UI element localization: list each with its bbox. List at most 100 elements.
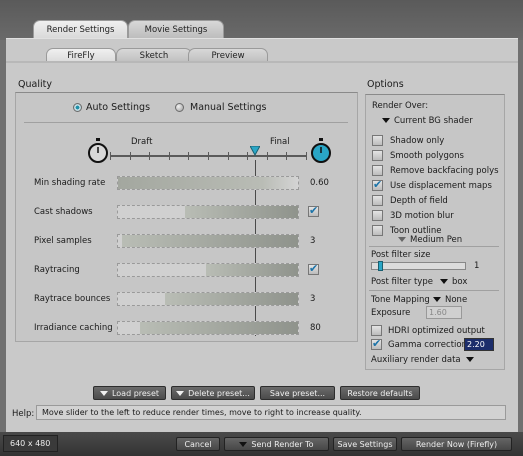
auto-settings-radio[interactable] xyxy=(73,103,82,112)
quality-slider-ticks xyxy=(110,152,307,160)
delete-preset-button[interactable]: Delete preset... xyxy=(171,386,255,400)
post-filter-size-label: Post filter size xyxy=(371,250,431,260)
quality-row-label: Raytracing xyxy=(34,265,80,275)
auxiliary-render-data-dropdown[interactable]: Auxiliary render data xyxy=(371,355,478,365)
restore-defaults-button[interactable]: Restore defaults xyxy=(340,386,420,400)
subtab-divider xyxy=(6,61,518,63)
gamma-checkbox[interactable] xyxy=(371,337,382,350)
quality-row-checkbox[interactable] xyxy=(308,204,319,217)
post-filter-size-slider[interactable] xyxy=(371,261,466,271)
hdri-checkbox[interactable] xyxy=(371,325,382,336)
quality-row-fill xyxy=(206,264,298,276)
quality-row-fill xyxy=(118,177,298,189)
tone-mapping-dropdown[interactable]: None xyxy=(433,295,467,305)
toon-pen-dropdown[interactable]: Medium Pen xyxy=(398,235,462,245)
save-preset-button[interactable]: Save preset... xyxy=(260,386,335,400)
options-title: Options xyxy=(367,79,404,90)
send-render-to-button[interactable]: Send Render To xyxy=(224,437,329,451)
quality-row-label: Cast shadows xyxy=(34,207,93,217)
quality-row-fill xyxy=(184,206,298,218)
quality-row-slider[interactable] xyxy=(117,292,299,306)
quality-row-fill xyxy=(139,322,298,334)
post-filter-size-thumb[interactable] xyxy=(378,261,383,271)
quality-title: Quality xyxy=(18,79,52,90)
options-separator xyxy=(369,290,499,291)
quality-row-label: Pixel samples xyxy=(34,236,92,246)
option-checkbox[interactable] xyxy=(372,165,383,176)
dropdown-arrow-icon xyxy=(382,118,390,123)
draft-label: Draft xyxy=(131,137,153,147)
tab-movie-settings[interactable]: Movie Settings xyxy=(128,20,224,38)
slider-tick xyxy=(286,152,288,160)
tab-render-settings[interactable]: Render Settings xyxy=(33,20,128,38)
dropdown-arrow-icon xyxy=(176,391,185,396)
manual-settings-radio[interactable] xyxy=(175,103,184,112)
dropdown-arrow-icon xyxy=(99,391,108,396)
slider-tick xyxy=(208,152,209,160)
option-checkbox[interactable] xyxy=(372,178,383,191)
save-settings-button[interactable]: Save Settings xyxy=(333,437,397,451)
dropdown-arrow-icon xyxy=(239,442,248,447)
quality-row-slider[interactable] xyxy=(117,234,299,248)
quality-row-label: Raytrace bounces xyxy=(34,294,111,304)
quality-row-slider[interactable] xyxy=(117,176,299,190)
help-text: Move slider to the left to reduce render… xyxy=(36,405,506,420)
post-filter-type-dropdown[interactable]: box xyxy=(440,277,467,287)
quality-row-value: 3 xyxy=(310,236,316,246)
exposure-label: Exposure xyxy=(371,308,411,318)
option-checkbox-label: Remove backfacing polys xyxy=(390,166,499,176)
dropdown-arrow-icon xyxy=(398,237,406,242)
quality-slider-thumb[interactable] xyxy=(249,145,261,157)
slider-tick xyxy=(188,152,190,160)
option-checkbox-label: Depth of field xyxy=(390,196,448,206)
option-checkbox-label: 3D motion blur xyxy=(390,211,454,221)
option-checkbox[interactable] xyxy=(372,150,383,161)
cancel-button[interactable]: Cancel xyxy=(176,437,220,451)
help-label: Help: xyxy=(12,409,35,419)
final-stopwatch-icon xyxy=(311,138,331,163)
render-size-display: 640 x 480 xyxy=(3,435,58,452)
post-filter-type-label: Post filter type xyxy=(371,277,433,287)
slider-tick xyxy=(129,152,131,160)
slider-tick xyxy=(110,152,111,160)
option-checkbox[interactable] xyxy=(372,225,383,236)
render-now-button[interactable]: Render Now (Firefly) xyxy=(401,437,512,451)
quality-row-slider[interactable] xyxy=(117,263,299,277)
hdri-label: HDRI optimized output xyxy=(388,326,485,336)
options-separator xyxy=(369,246,499,247)
option-checkbox-label: Smooth polygons xyxy=(390,151,464,161)
option-checkbox[interactable] xyxy=(372,135,383,146)
auto-settings-label: Auto Settings xyxy=(86,102,151,113)
quality-separator xyxy=(24,122,348,123)
draft-stopwatch-icon xyxy=(88,138,108,163)
quality-row-fill xyxy=(164,293,298,305)
quality-row-value: 0.60 xyxy=(310,178,329,188)
final-label: Final xyxy=(270,137,290,147)
option-checkbox[interactable] xyxy=(372,195,383,206)
quality-row-value: 3 xyxy=(310,294,316,304)
slider-tick xyxy=(149,152,151,160)
manual-settings-label: Manual Settings xyxy=(190,102,267,113)
load-preset-button[interactable]: Load preset xyxy=(93,386,166,400)
render-over-dropdown[interactable]: Current BG shader xyxy=(382,116,473,126)
quality-row-value: 80 xyxy=(310,323,321,333)
quality-row-fill xyxy=(121,235,298,247)
slider-tick xyxy=(306,152,307,160)
quality-row-label: Min shading rate xyxy=(34,178,106,188)
quality-row-label: Irradiance caching xyxy=(34,323,113,333)
gamma-input[interactable] xyxy=(464,338,494,351)
option-checkbox[interactable] xyxy=(372,210,383,221)
post-filter-size-value: 1 xyxy=(474,261,480,271)
exposure-input[interactable] xyxy=(426,306,462,319)
quality-row-checkbox[interactable] xyxy=(308,262,319,275)
option-checkbox-label: Shadow only xyxy=(390,136,445,146)
dropdown-arrow-icon xyxy=(433,297,441,302)
dropdown-arrow-icon xyxy=(466,357,475,362)
quality-row-slider[interactable] xyxy=(117,321,299,335)
slider-tick xyxy=(168,152,170,160)
dropdown-arrow-icon xyxy=(440,279,448,284)
quality-row-slider[interactable] xyxy=(117,205,299,219)
slider-tick xyxy=(266,152,268,160)
slider-tick xyxy=(247,152,249,160)
render-over-label: Render Over: xyxy=(372,101,429,111)
